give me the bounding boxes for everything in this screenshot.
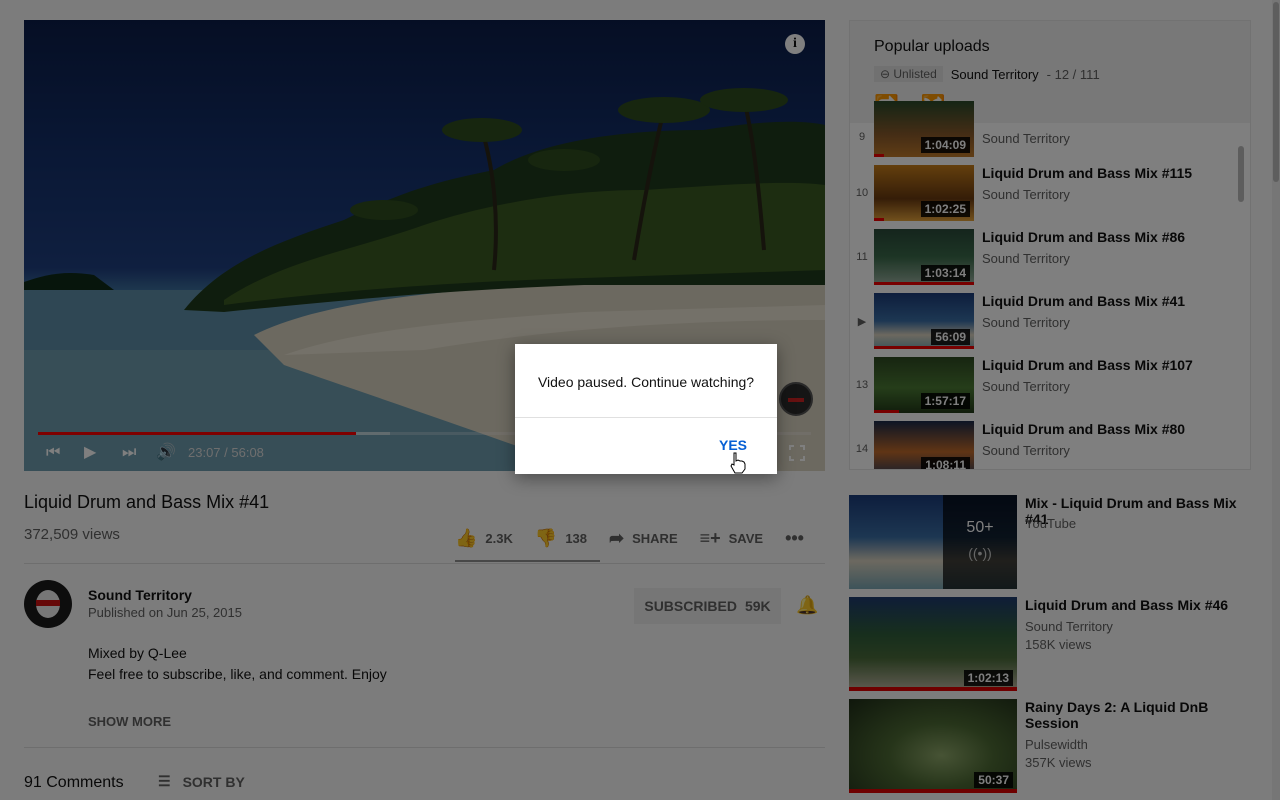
hand-cursor-icon [730, 452, 746, 474]
yes-button[interactable]: YES [719, 437, 747, 453]
dialog-message: Video paused. Continue watching? [537, 374, 755, 390]
dialog-divider [515, 417, 777, 418]
